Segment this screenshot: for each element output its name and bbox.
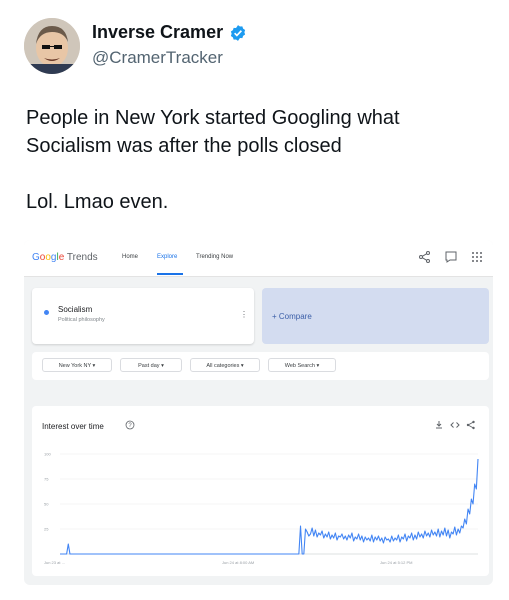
interest-over-time-card: Interest over time ? 100 75 50 25 Jun 23 at… bbox=[32, 406, 489, 576]
tweet: Inverse Cramer @CramerTracker People in … bbox=[0, 0, 509, 600]
term-more-menu-icon[interactable]: ⋮ bbox=[240, 310, 248, 319]
author-name[interactable]: Inverse Cramer bbox=[92, 22, 247, 43]
y-tick-label: 50 bbox=[44, 502, 49, 507]
verified-badge-icon bbox=[230, 24, 246, 41]
tweet-text-line: Lol. Lmao even. bbox=[26, 191, 169, 213]
search-term-card[interactable]: Socialism Political philosophy ⋮ bbox=[32, 288, 254, 344]
nav-home[interactable]: Home bbox=[122, 254, 138, 260]
logo-trends-word: Trends bbox=[66, 252, 98, 263]
author-handle[interactable]: @CramerTracker bbox=[92, 48, 223, 68]
apps-grid-icon[interactable] bbox=[470, 250, 484, 264]
google-trends-screenshot[interactable]: Google Trends Home Explore Trending Now … bbox=[24, 240, 493, 585]
search-term-subtitle: Political philosophy bbox=[58, 317, 105, 323]
compare-button[interactable]: + Compare bbox=[262, 288, 489, 344]
chart-title: Interest over time bbox=[42, 422, 104, 431]
y-tick-label: 25 bbox=[44, 527, 49, 532]
feedback-icon[interactable] bbox=[444, 250, 458, 264]
trends-header: Google Trends Home Explore Trending Now bbox=[24, 240, 493, 277]
category-filter[interactable]: All categories ▾ bbox=[190, 358, 260, 372]
nav-active-indicator bbox=[157, 273, 183, 275]
google-trends-logo: Google Trends bbox=[32, 252, 98, 263]
nav-explore[interactable]: Explore bbox=[157, 254, 177, 260]
compare-label: + Compare bbox=[272, 312, 312, 321]
download-icon[interactable] bbox=[434, 420, 444, 430]
share-icon[interactable] bbox=[418, 250, 432, 264]
avatar[interactable] bbox=[24, 18, 80, 74]
time-filter[interactable]: Past day ▾ bbox=[120, 358, 182, 372]
nav-trending-now[interactable]: Trending Now bbox=[196, 254, 233, 260]
svg-text:?: ? bbox=[128, 423, 132, 429]
x-tick-label: Jun 24 at 5:12 PM bbox=[380, 560, 412, 565]
tweet-text-line: Socialism was after the polls closed bbox=[26, 135, 342, 157]
interest-line-chart[interactable]: 100 75 50 25 Jun 23 at ... Jun 24 at 8:00 AM… bbox=[40, 446, 481, 570]
x-tick-label: Jun 24 at 8:00 AM bbox=[222, 560, 254, 565]
y-tick-label: 75 bbox=[44, 477, 49, 482]
term-color-dot bbox=[44, 310, 49, 315]
series-line-socialism bbox=[60, 458, 479, 555]
filter-bar: New York NY ▾ Past day ▾ All categories … bbox=[32, 352, 489, 380]
region-filter[interactable]: New York NY ▾ bbox=[42, 358, 112, 372]
embed-code-icon[interactable] bbox=[450, 420, 460, 430]
x-tick-label: Jun 23 at ... bbox=[44, 560, 65, 565]
search-type-filter[interactable]: Web Search ▾ bbox=[268, 358, 336, 372]
author-name-text: Inverse Cramer bbox=[92, 22, 224, 42]
chart-share-icon[interactable] bbox=[466, 420, 476, 430]
y-tick-label: 100 bbox=[44, 452, 51, 457]
search-term-name: Socialism bbox=[58, 305, 93, 314]
tweet-text: People in New York started Googling what… bbox=[26, 104, 486, 216]
help-icon[interactable]: ? bbox=[125, 420, 135, 430]
tweet-text-line: People in New York started Googling what bbox=[26, 107, 400, 129]
avatar-image bbox=[24, 18, 80, 74]
